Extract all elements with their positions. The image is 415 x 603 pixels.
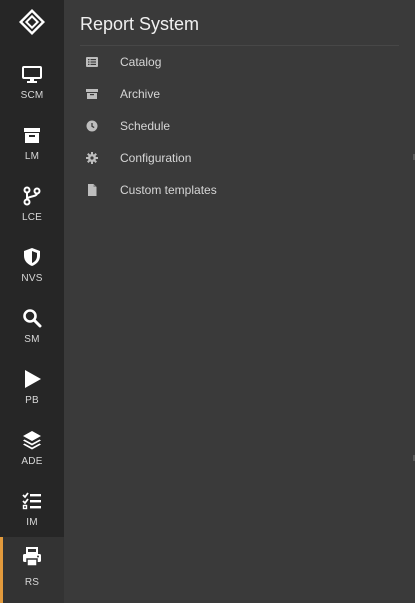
rail-item-label: RS: [24, 577, 40, 588]
rail-item-label: LM: [24, 151, 40, 162]
rail-item-scm[interactable]: SCM: [0, 56, 64, 117]
menu-item-label: Configuration: [120, 151, 192, 165]
archive-icon: [86, 88, 98, 100]
menu-item-catalog[interactable]: Catalog: [80, 49, 399, 77]
printer-icon: [22, 547, 42, 567]
menu-item-custom-templates[interactable]: Custom templates: [80, 177, 399, 205]
rail-item-label: SM: [24, 334, 40, 345]
app-logo[interactable]: [0, 0, 64, 48]
nav-rail: SCM LM LCE NVS SM PB ADE IM RS: [0, 0, 64, 603]
gear-icon: [86, 152, 98, 164]
rail-item-ade[interactable]: ADE: [0, 422, 64, 483]
list-icon: [86, 56, 98, 68]
panel-title: Report System: [80, 14, 200, 34]
search-icon: [22, 308, 42, 328]
clock-icon: [86, 120, 98, 132]
layers-icon: [22, 430, 42, 450]
git-branch-icon: [22, 186, 42, 206]
rail-item-nvs[interactable]: NVS: [0, 239, 64, 300]
menu-item-schedule[interactable]: Schedule: [80, 113, 399, 141]
menu-item-label: Custom templates: [120, 183, 217, 197]
rail-item-label: LCE: [21, 212, 43, 223]
file-icon: [86, 184, 98, 196]
rail-item-pb[interactable]: PB: [0, 361, 64, 422]
panel-divider: [80, 45, 399, 46]
archive-box-icon: [22, 125, 42, 145]
rail-item-im[interactable]: IM: [0, 483, 64, 544]
menu-item-label: Catalog: [120, 55, 162, 69]
rail-item-label: ADE: [21, 456, 43, 467]
app-window: SCM LM LCE NVS SM PB ADE IM RS Report Sy…: [0, 0, 415, 603]
checklist-icon: [22, 491, 42, 511]
menu-item-archive[interactable]: Archive: [80, 81, 399, 109]
rail-item-sm[interactable]: SM: [0, 300, 64, 361]
play-icon: [22, 369, 42, 389]
diamond-logo-icon: [18, 8, 46, 40]
shield-icon: [22, 247, 42, 267]
rail-item-rs[interactable]: RS: [0, 537, 64, 603]
menu-item-label: Archive: [120, 87, 161, 101]
rail-item-lce[interactable]: LCE: [0, 178, 64, 239]
menu-item-label: Schedule: [120, 119, 171, 133]
rail-item-label: SCM: [20, 90, 44, 101]
rail-item-label: NVS: [21, 273, 43, 284]
report-system-panel: Report System Catalog Archive Schedule C: [64, 0, 415, 603]
rail-item-label: IM: [26, 517, 38, 528]
rail-item-lm[interactable]: LM: [0, 117, 64, 178]
monitor-icon: [22, 64, 42, 84]
rail-item-label: PB: [25, 395, 39, 406]
menu-item-configuration[interactable]: Configuration: [80, 145, 399, 173]
